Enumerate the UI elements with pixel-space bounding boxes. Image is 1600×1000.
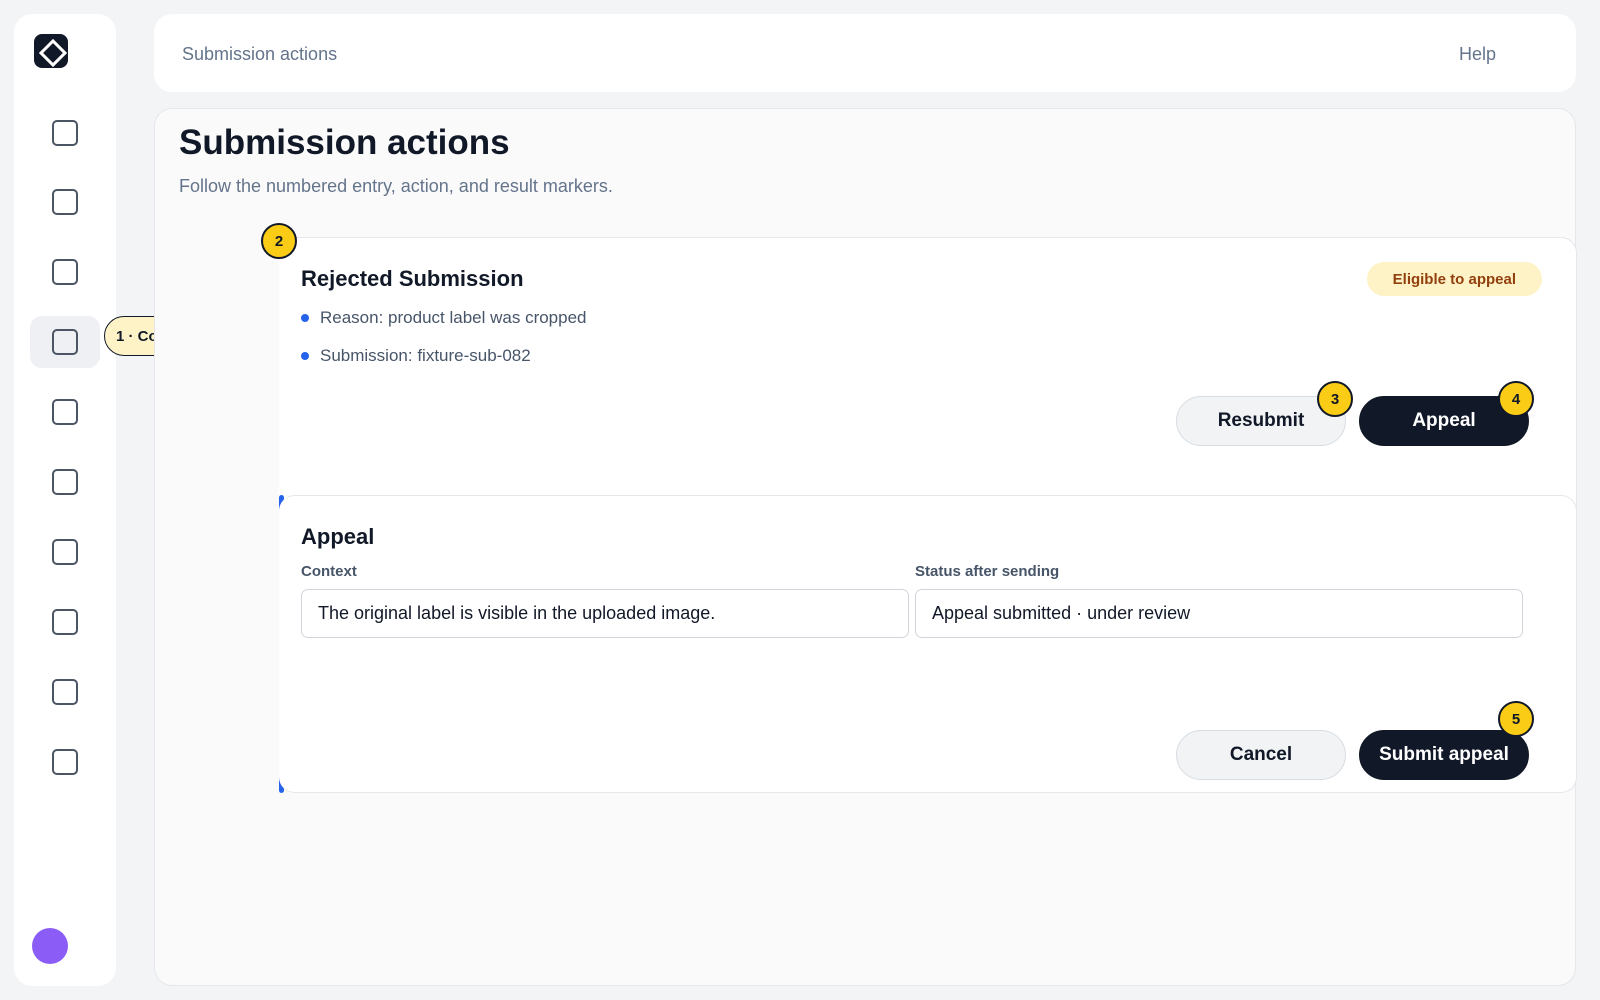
list-item: Submission: fixture-sub-082 [301, 346, 531, 366]
page-subtitle: Follow the numbered entry, action, and r… [179, 176, 613, 196]
card-title: Rejected Submission [301, 266, 524, 291]
step-marker-3: 3 [1317, 381, 1353, 417]
square-icon [52, 679, 78, 705]
submit-appeal-button[interactable]: Submit appeal [1359, 730, 1529, 780]
status-field[interactable]: Appeal submitted · under review [915, 589, 1523, 638]
reason-text: Reason: product label was cropped [320, 308, 587, 327]
sidebar-item-2[interactable] [30, 176, 100, 228]
sidebar-item-5[interactable] [30, 386, 100, 438]
appeal-card: Appeal Context The original label is vis… [279, 495, 1577, 793]
main-panel: Submission actions Follow the numbered e… [154, 108, 1577, 986]
step-marker-2: 2 [261, 223, 297, 259]
sidebar-item-3[interactable] [30, 246, 100, 298]
step-marker-5: 5 [1498, 701, 1534, 737]
step-marker-4: 4 [1498, 381, 1534, 417]
breadcrumb: Submission actions [182, 44, 338, 64]
sidebar-item-8[interactable] [30, 596, 100, 648]
submission-id-text: Submission: fixture-sub-082 [320, 346, 531, 365]
cancel-button[interactable]: Cancel [1176, 730, 1346, 780]
status-badge: Eligible to appeal [1366, 262, 1542, 296]
card-title: Appeal [301, 524, 375, 549]
square-icon [52, 189, 78, 215]
list-item: Reason: product label was cropped [301, 308, 587, 328]
help-link[interactable]: Help [1459, 44, 1496, 65]
bullet-icon [301, 352, 309, 360]
square-icon [52, 399, 78, 425]
status-label: Status after sending [915, 563, 1060, 580]
page-title: Submission actions [179, 123, 510, 162]
sidebar-item-9[interactable] [30, 666, 100, 718]
sidebar [14, 14, 116, 986]
context-field[interactable]: The original label is visible in the upl… [301, 589, 909, 638]
square-icon [52, 539, 78, 565]
avatar[interactable] [32, 928, 68, 964]
context-label: Context [301, 563, 357, 580]
sidebar-item-10[interactable] [30, 736, 100, 788]
sidebar-item-contributions[interactable] [30, 316, 100, 368]
top-bar: Submission actions Help [154, 14, 1576, 92]
sidebar-item-1[interactable] [30, 107, 100, 159]
square-icon [52, 120, 78, 146]
square-icon [52, 469, 78, 495]
square-icon [52, 749, 78, 775]
logo-icon[interactable] [34, 34, 68, 68]
square-icon [52, 329, 78, 355]
sidebar-item-6[interactable] [30, 456, 100, 508]
sidebar-item-7[interactable] [30, 526, 100, 578]
square-icon [52, 259, 78, 285]
bullet-icon [301, 314, 309, 322]
square-icon [52, 609, 78, 635]
